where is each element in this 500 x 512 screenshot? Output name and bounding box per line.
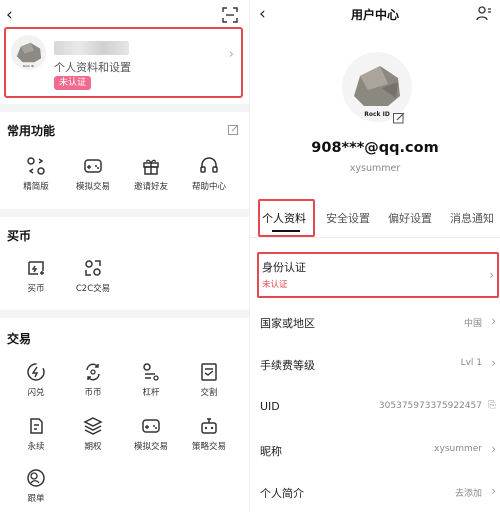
profile-subtitle: 个人资料和设置: [54, 61, 131, 74]
menu-item-label: 模拟交易: [133, 442, 168, 452]
menu-item-coin-swap[interactable]: 币币: [67, 362, 119, 398]
row-value: Lvl 1: [460, 358, 482, 368]
menu-item-perpetual[interactable]: 永续: [10, 416, 62, 452]
flash-swap-icon: [27, 363, 45, 381]
section-separator: [0, 104, 250, 112]
menu-item-strategy[interactable]: 策略交易: [183, 416, 235, 452]
lite-mode-icon: [27, 157, 45, 175]
menu-item-label: 杠杆: [142, 388, 160, 398]
tab-security[interactable]: 安全设置: [326, 210, 370, 226]
menu-item-label: 策略交易: [191, 442, 226, 452]
menu-item-label: 期权: [84, 442, 102, 452]
menu-item-demo-trade-2[interactable]: 模拟交易: [125, 416, 177, 452]
menu-item-buy-coin[interactable]: 买币: [10, 258, 62, 294]
row-uid[interactable]: UID 305375973375922457 ⎘: [250, 390, 500, 426]
gamepad-icon: [142, 419, 160, 433]
buy-coin-icon: [28, 261, 44, 275]
scan-icon[interactable]: [222, 7, 238, 23]
strategy-icon: [201, 418, 217, 434]
menu-item-lite[interactable]: 精简版: [10, 156, 62, 192]
tabs-divider: [250, 237, 500, 238]
verification-badge: 未认证: [54, 76, 92, 90]
menu-item-label: 永续: [27, 442, 45, 452]
blurred-username: [54, 41, 129, 55]
identity-status: 未认证: [262, 280, 288, 290]
chevron-right-icon: ›: [491, 314, 496, 328]
section-title-buy: 买币: [7, 229, 32, 243]
account-settings-icon[interactable]: [476, 5, 492, 21]
row-nickname[interactable]: 昵称 xysummer ›: [250, 433, 500, 469]
highlight-box-tab: [258, 199, 315, 237]
avatar: Rock ID: [11, 35, 46, 70]
avatar-caption: Rock ID: [23, 64, 35, 68]
gift-icon: [143, 159, 159, 175]
row-bio[interactable]: 个人简介 去添加 ›: [250, 475, 500, 511]
menu-item-label: C2C交易: [75, 284, 111, 294]
options-icon: [83, 417, 103, 435]
menu-item-label: 邀请好友: [133, 182, 168, 192]
row-value: 去添加: [454, 489, 482, 499]
menu-item-label: 币币: [84, 388, 102, 398]
menu-item-demo-trade[interactable]: 模拟交易: [67, 156, 119, 192]
menu-item-label: 跟单: [27, 494, 45, 504]
menu-item-label: 闪兑: [27, 388, 45, 398]
row-label: UID: [260, 400, 280, 413]
row-country[interactable]: 国家或地区 中国 ›: [250, 305, 500, 341]
delivery-icon: [201, 363, 217, 381]
tab-preferences[interactable]: 偏好设置: [388, 210, 432, 226]
row-value: 中国: [463, 319, 482, 329]
menu-item-label: 买币: [27, 284, 45, 294]
leverage-icon: [143, 363, 159, 381]
menu-item-invite[interactable]: 邀请好友: [125, 156, 177, 192]
row-label: 国家或地区: [260, 317, 315, 330]
account-username: xysummer: [349, 163, 401, 174]
c2c-icon: [85, 260, 101, 276]
user-center-panel: ‹ 用户中心 Rock ID 908***@qq.com xysummer 个人…: [250, 0, 500, 512]
identity-label: 身份认证: [262, 261, 306, 274]
row-label: 个人简介: [260, 487, 304, 500]
menu-item-help[interactable]: 帮助中心: [183, 156, 235, 192]
tab-notifications[interactable]: 消息通知: [450, 210, 494, 226]
back-arrow-icon[interactable]: ‹: [6, 5, 26, 25]
row-label: 昵称: [260, 445, 282, 458]
menu-item-label: 交割: [200, 388, 218, 398]
menu-item-delivery[interactable]: 交割: [183, 362, 235, 398]
coin-swap-icon: [86, 363, 100, 381]
copy-trade-icon: [27, 469, 45, 487]
profile-menu-panel: ‹ Rock ID 个人资料和设置 未认证 › 常用功能 精简版 模拟交易 邀请…: [0, 0, 250, 512]
section-separator: [0, 310, 250, 318]
menu-item-label: 精简版: [23, 182, 49, 192]
row-label: 手续费等级: [260, 359, 315, 372]
profile-card[interactable]: Rock ID 个人资料和设置 未认证 ›: [4, 27, 243, 98]
section-title-common: 常用功能: [7, 124, 56, 138]
menu-item-flash-swap[interactable]: 闪兑: [10, 362, 62, 398]
menu-item-leverage[interactable]: 杠杆: [125, 362, 177, 398]
menu-item-options[interactable]: 期权: [67, 416, 119, 452]
menu-item-copy-trade[interactable]: 跟单: [10, 468, 62, 504]
menu-item-label: 模拟交易: [75, 182, 110, 192]
row-value: xysummer: [434, 444, 482, 454]
chevron-right-icon: ›: [228, 47, 234, 62]
menu-item-c2c[interactable]: C2C交易: [67, 258, 119, 294]
gamepad-icon: [84, 159, 102, 173]
page-title: 用户中心: [350, 8, 399, 22]
menu-item-label: 帮助中心: [191, 182, 226, 192]
chevron-right-icon: ›: [491, 356, 496, 370]
avatar-caption: Rock ID: [364, 111, 390, 118]
section-title-trade: 交易: [7, 332, 32, 346]
copy-icon[interactable]: ⎘: [488, 400, 496, 411]
account-email: 908***@qq.com: [311, 140, 439, 156]
perpetual-icon: [30, 418, 43, 434]
chevron-right-icon: ›: [491, 442, 496, 456]
chevron-right-icon: ›: [491, 484, 496, 498]
headset-icon: [200, 157, 218, 173]
row-fee-level[interactable]: 手续费等级 Lvl 1 ›: [250, 347, 500, 383]
edit-avatar-icon[interactable]: [393, 112, 405, 124]
section-separator: [0, 209, 250, 217]
edit-icon[interactable]: [228, 124, 239, 135]
chevron-right-icon: ›: [489, 268, 494, 282]
row-value: 305375973375922457: [378, 401, 482, 411]
